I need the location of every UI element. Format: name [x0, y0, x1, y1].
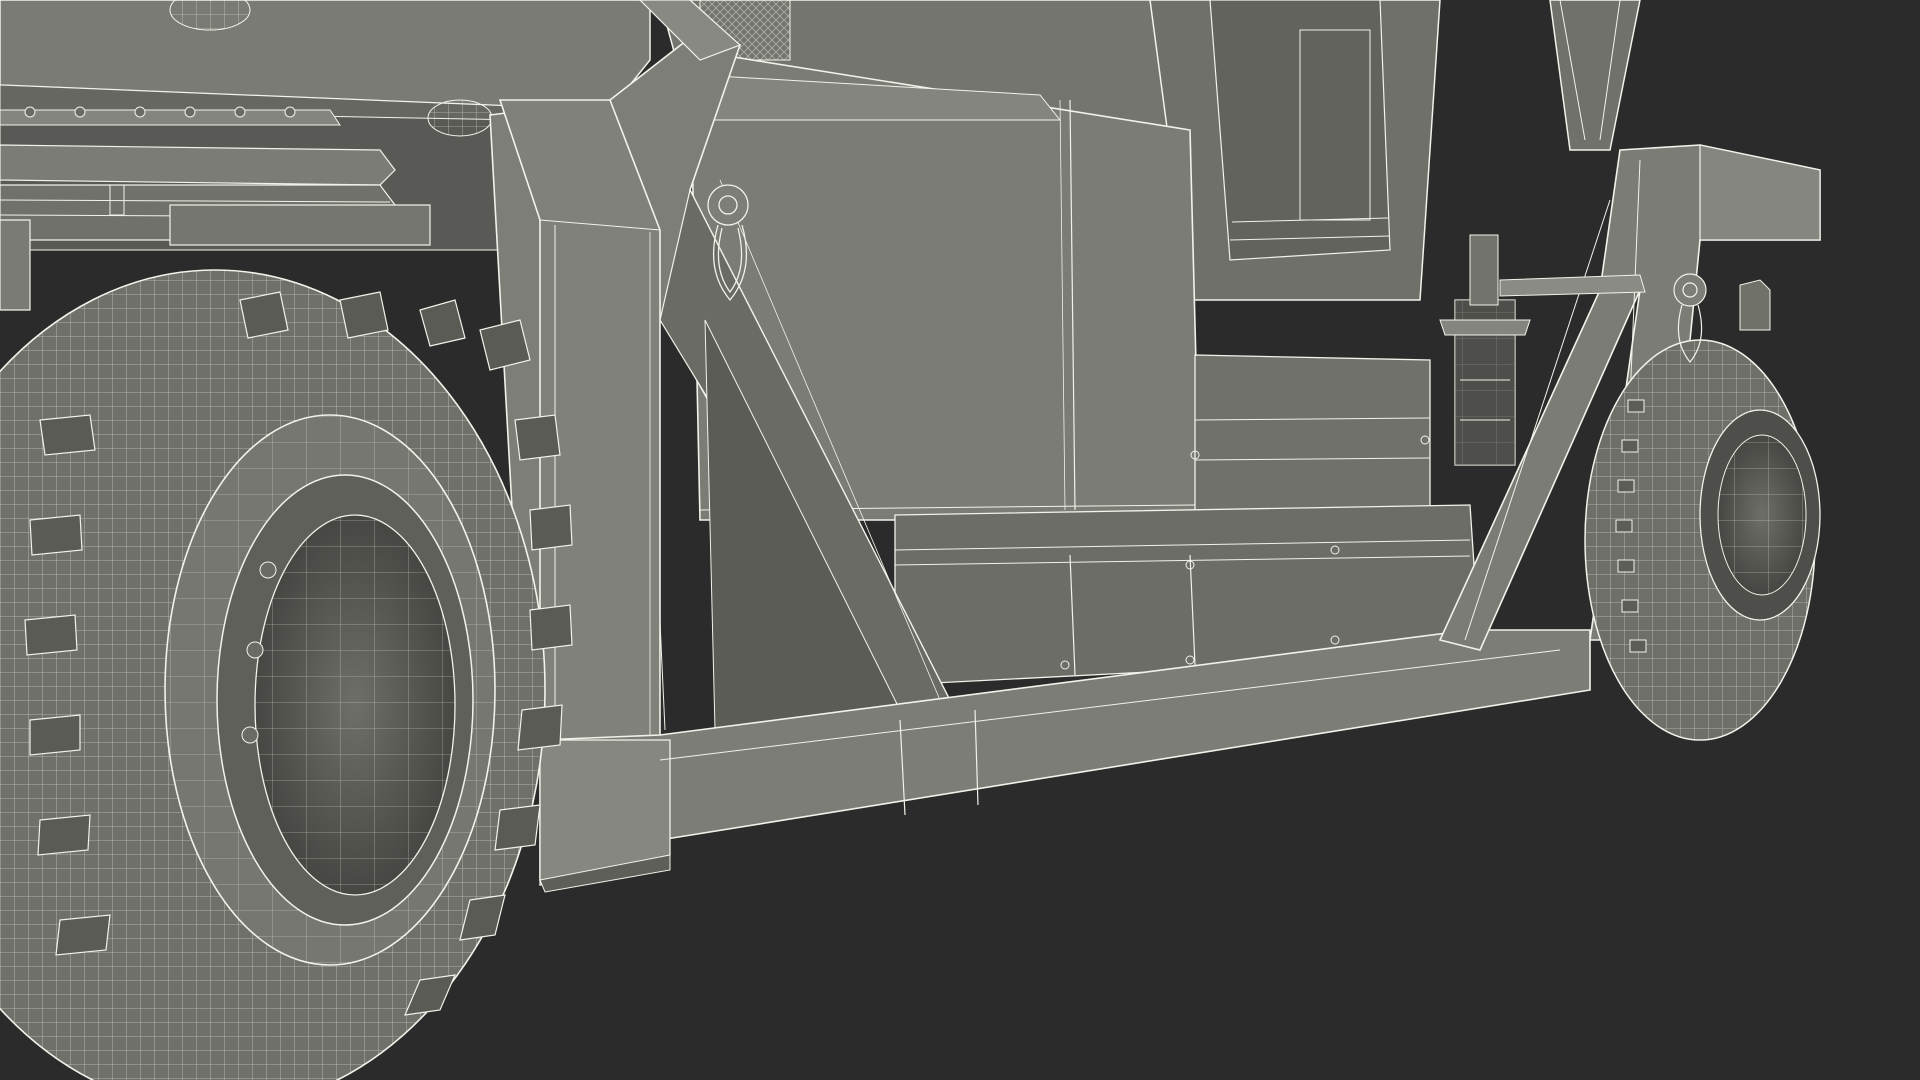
- render-canvas: [0, 0, 1920, 1080]
- wireframe-render: [0, 0, 1920, 1080]
